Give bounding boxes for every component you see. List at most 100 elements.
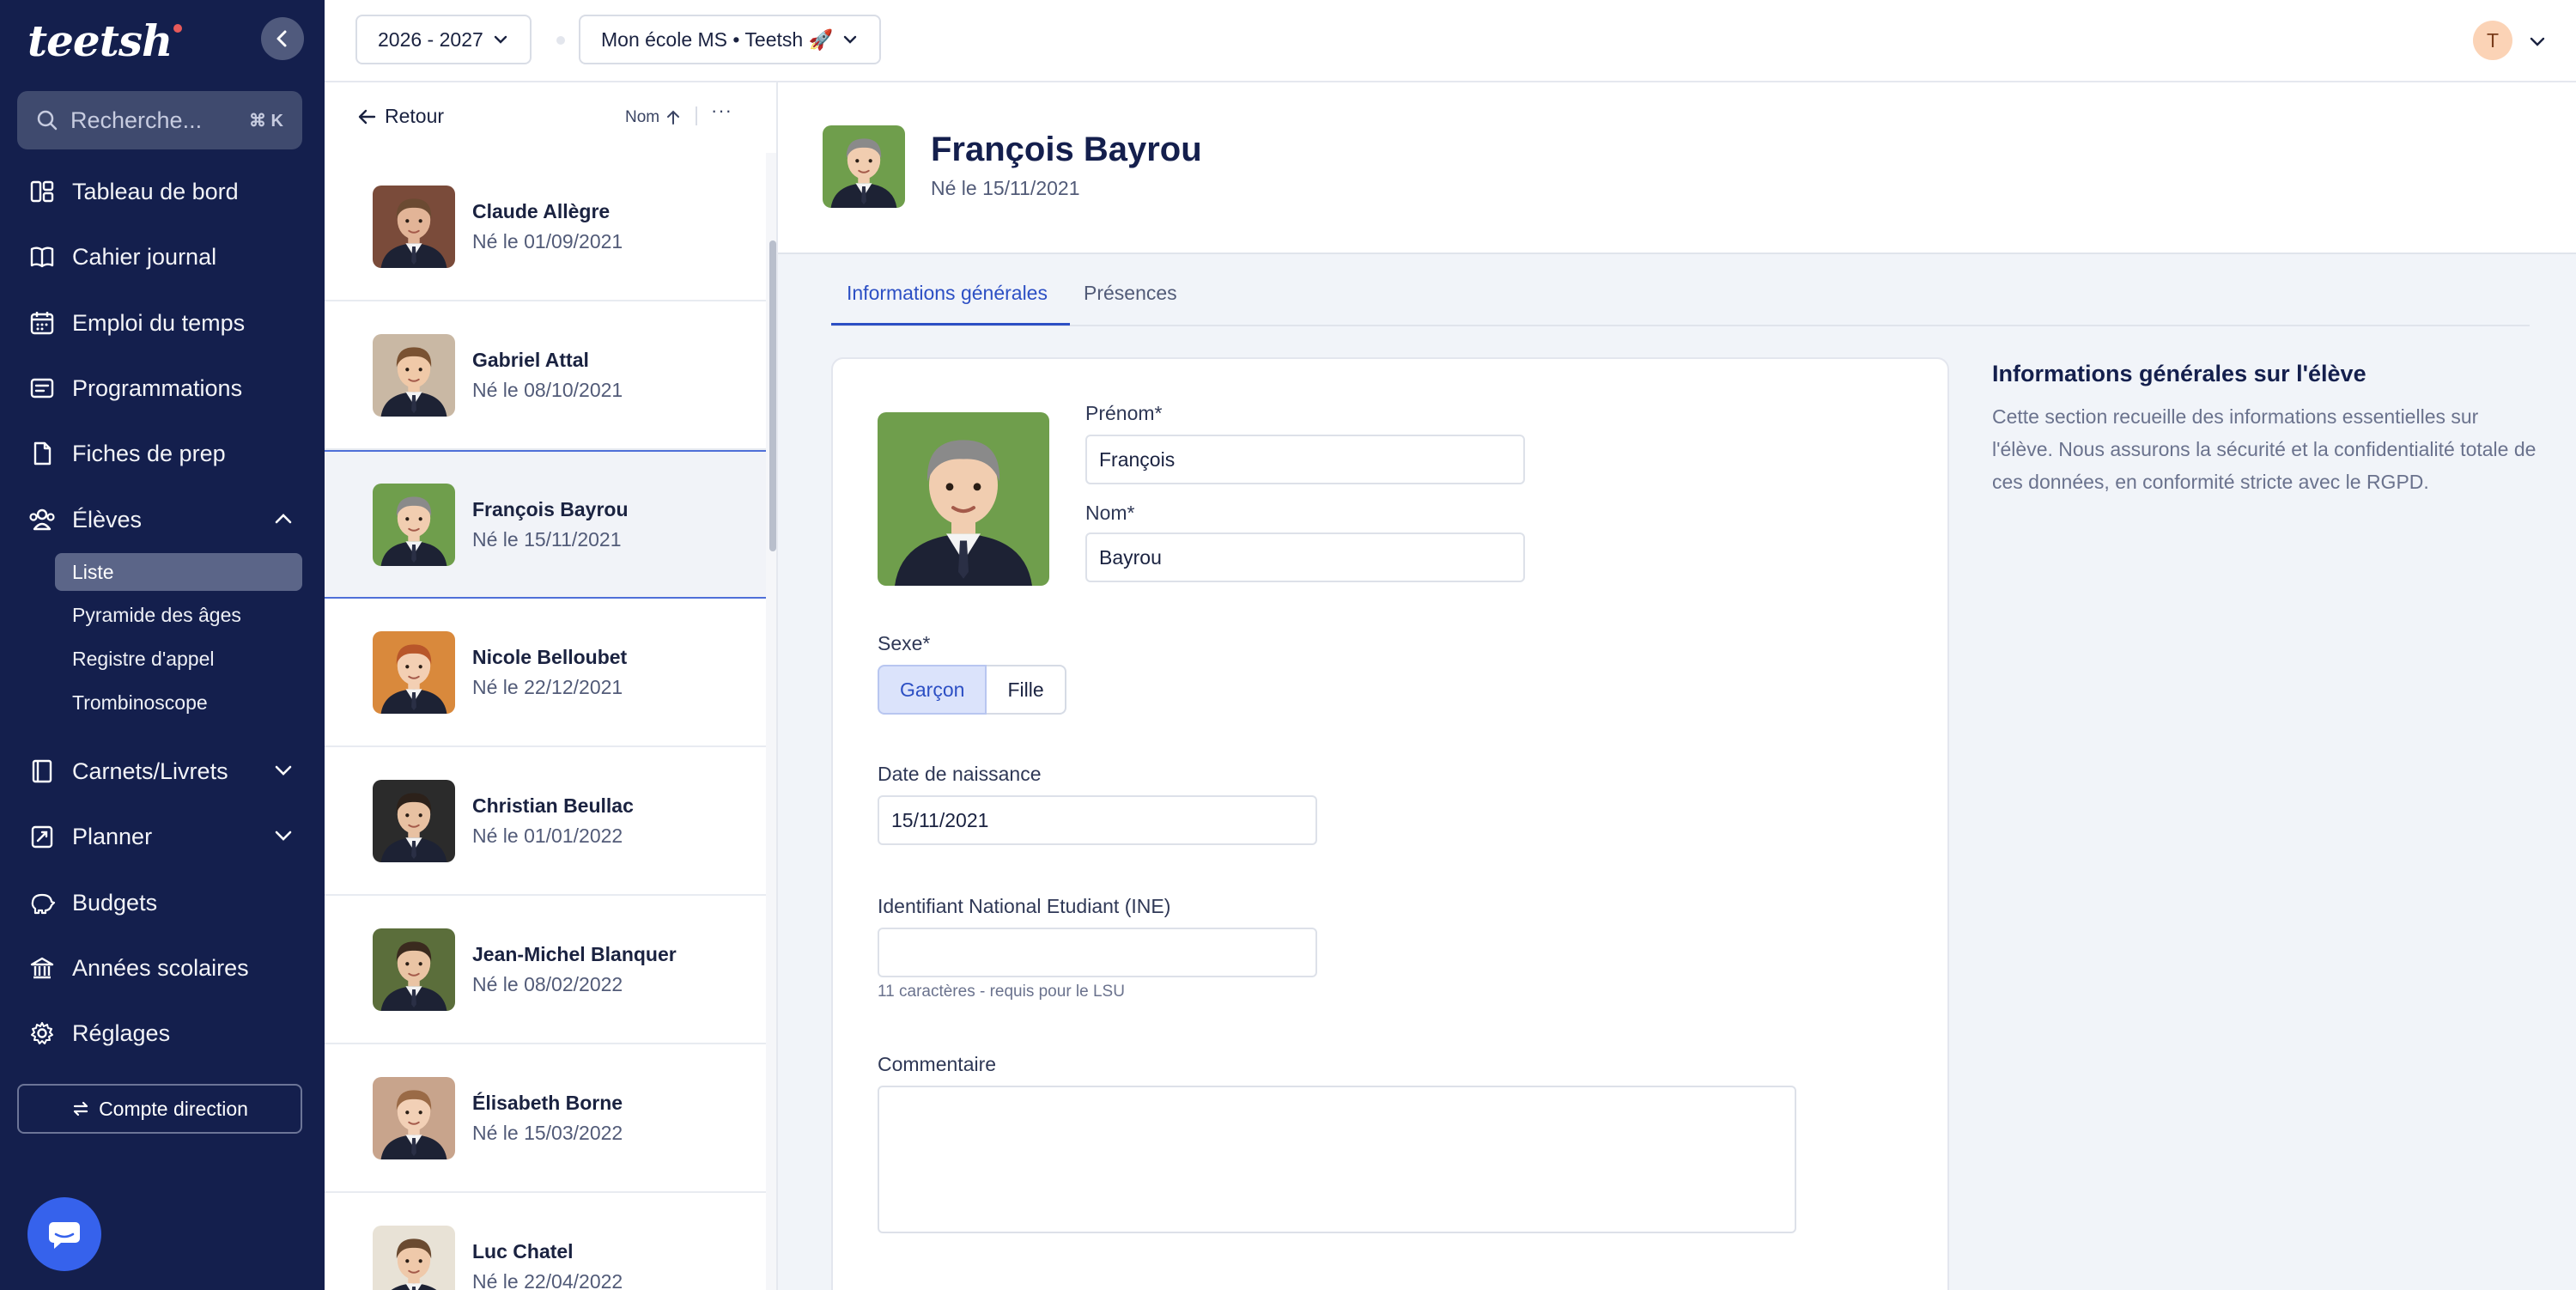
student-tabs: Informations générales Présences	[831, 266, 2530, 326]
student-row-info: Jean-Michel Blanquer Né le 08/02/2022	[472, 943, 677, 996]
comment-label: Commentaire	[878, 1053, 997, 1075]
program-icon	[27, 374, 57, 403]
back-label: Retour	[385, 105, 445, 127]
chevron-left-icon	[276, 30, 287, 47]
nav-reglages[interactable]: Réglages	[27, 1012, 302, 1055]
nav-programmations[interactable]: Programmations	[27, 367, 302, 410]
book-icon	[27, 242, 57, 271]
student-name: François Bayrou	[931, 131, 1202, 168]
student-thumbnail	[373, 779, 455, 862]
student-row[interactable]: François Bayrou Né le 15/11/2021	[325, 450, 766, 599]
tab-presences[interactable]: Présences	[1084, 282, 1177, 305]
student-row-name: Nicole Belloubet	[472, 645, 628, 668]
student-row[interactable]: Luc Chatel Né le 22/04/2022	[325, 1193, 766, 1290]
nav-label: Élèves	[72, 506, 143, 532]
year-selector[interactable]: 2026 - 2027	[355, 15, 532, 64]
piggy-bank-icon	[27, 888, 57, 917]
school-icon	[27, 953, 57, 983]
back-link[interactable]: Retour	[357, 105, 444, 128]
student-row[interactable]: Christian Beullac Né le 01/01/2022	[325, 747, 766, 896]
nav-cahier-journal[interactable]: Cahier journal	[27, 235, 302, 278]
compte-direction-label: Compte direction	[99, 1097, 248, 1120]
nav-emploi-du-temps[interactable]: Emploi du temps	[27, 301, 302, 344]
sub-item-trombinoscope[interactable]: Trombinoscope	[55, 684, 302, 721]
user-menu-chevron-icon[interactable]	[2528, 33, 2547, 52]
chevron-up-icon	[275, 514, 292, 524]
sexe-option-fille[interactable]: Fille	[987, 665, 1066, 715]
arrow-up-icon	[667, 110, 680, 125]
student-row-dob: Né le 08/02/2022	[472, 972, 623, 995]
logo-dot	[173, 24, 183, 33]
student-portrait-image	[373, 928, 455, 1011]
nav-fiches-de-prep[interactable]: Fiches de prep	[27, 432, 302, 475]
student-portrait-image	[373, 333, 455, 417]
student-row-dob: Né le 22/04/2022	[472, 1269, 623, 1290]
info-section-title: Informations générales sur l'élève	[1992, 361, 2366, 386]
sub-item-liste[interactable]: Liste	[55, 553, 302, 591]
student-row-name: Jean-Michel Blanquer	[472, 942, 677, 965]
student-portrait-image	[373, 630, 455, 714]
ine-input[interactable]	[878, 928, 1317, 977]
nav-tableau-de-bord[interactable]: Tableau de bord	[27, 170, 302, 213]
more-options-button[interactable]: ···	[711, 100, 732, 122]
student-row[interactable]: Jean-Michel Blanquer Né le 08/02/2022	[325, 896, 766, 1044]
sort-by-name-button[interactable]: Nom	[625, 108, 682, 127]
student-row-name: François Bayrou	[472, 497, 629, 520]
tab-informations-generales[interactable]: Informations générales	[847, 282, 1048, 305]
planner-icon	[27, 822, 57, 851]
nav-label: Budgets	[72, 889, 158, 916]
chevron-down-icon	[494, 35, 507, 44]
student-thumbnail	[373, 333, 455, 417]
sexe-option-garcon[interactable]: Garçon	[878, 665, 987, 715]
nav-planner[interactable]: Planner	[27, 815, 302, 858]
sub-item-pyramide[interactable]: Pyramide des âges	[55, 596, 302, 634]
sort-label: Nom	[625, 108, 660, 126]
student-row[interactable]: Nicole Belloubet Né le 22/12/2021	[325, 599, 766, 747]
search-placeholder: Recherche...	[70, 106, 203, 133]
student-row-info: François Bayrou Né le 15/11/2021	[472, 498, 629, 551]
student-row-dob: Né le 01/09/2021	[472, 229, 623, 253]
student-photo[interactable]	[878, 412, 1049, 586]
nav-label: Carnets/Livrets	[72, 758, 228, 784]
nav-budgets[interactable]: Budgets	[27, 881, 302, 924]
compte-direction-button[interactable]: Compte direction	[17, 1084, 302, 1134]
info-section-text: Cette section recueille des informations…	[1992, 405, 2537, 493]
birth-date-input[interactable]: 15/11/2021	[878, 795, 1317, 845]
user-avatar[interactable]: T	[2473, 21, 2512, 60]
nom-input[interactable]: Bayrou	[1085, 532, 1525, 582]
teetsh-logo[interactable]: teetsh	[27, 15, 183, 66]
student-row[interactable]: Gabriel Attal Né le 08/10/2021	[325, 301, 766, 450]
nav-carnets-livrets[interactable]: Carnets/Livrets	[27, 750, 302, 793]
top-bar: 2026 - 2027 Mon école MS • Teetsh 🚀 T	[325, 0, 2576, 82]
nav-eleves[interactable]: Élèves	[27, 498, 302, 541]
school-selector-label: Mon école MS • Teetsh 🚀	[601, 27, 834, 51]
student-row-name: Luc Chatel	[472, 1239, 574, 1263]
student-row-info: Nicole Belloubet Né le 22/12/2021	[472, 646, 627, 699]
student-row[interactable]: Claude Allègre Né le 01/09/2021	[325, 153, 766, 301]
student-row-info: Luc Chatel Né le 22/04/2022	[472, 1240, 623, 1290]
search-input[interactable]: Recherche... ⌘ K	[17, 91, 302, 149]
collapse-sidebar-button[interactable]	[261, 17, 304, 60]
nav-label: Planner	[72, 823, 153, 849]
student-row-dob: Né le 15/03/2022	[472, 1121, 623, 1144]
ine-label: Identifiant National Etudiant (INE)	[878, 895, 1171, 917]
dashboard-icon	[27, 177, 57, 206]
student-rows: Claude Allègre Né le 01/09/2021 Gabriel At…	[325, 153, 766, 1290]
sub-item-registre[interactable]: Registre d'appel	[55, 640, 302, 678]
file-icon	[27, 439, 57, 468]
students-icon	[27, 505, 57, 534]
header-divider	[696, 106, 697, 125]
student-thumbnail	[373, 1076, 455, 1159]
school-selector[interactable]: Mon école MS • Teetsh 🚀	[579, 15, 882, 64]
prenom-input[interactable]: François	[1085, 435, 1525, 484]
nav-annees-scolaires[interactable]: Années scolaires	[27, 946, 302, 989]
list-header: Retour Nom ···	[325, 82, 776, 153]
student-row[interactable]: Élisabeth Borne Né le 15/03/2022	[325, 1044, 766, 1193]
scroll-thumb[interactable]	[769, 240, 776, 551]
chat-support-button[interactable]	[27, 1197, 101, 1271]
year-selector-label: 2026 - 2027	[378, 27, 483, 51]
comment-textarea[interactable]	[878, 1086, 1796, 1233]
notebook-icon	[27, 757, 57, 786]
student-photo-small	[823, 125, 905, 208]
list-scrollbar[interactable]	[766, 153, 776, 1290]
